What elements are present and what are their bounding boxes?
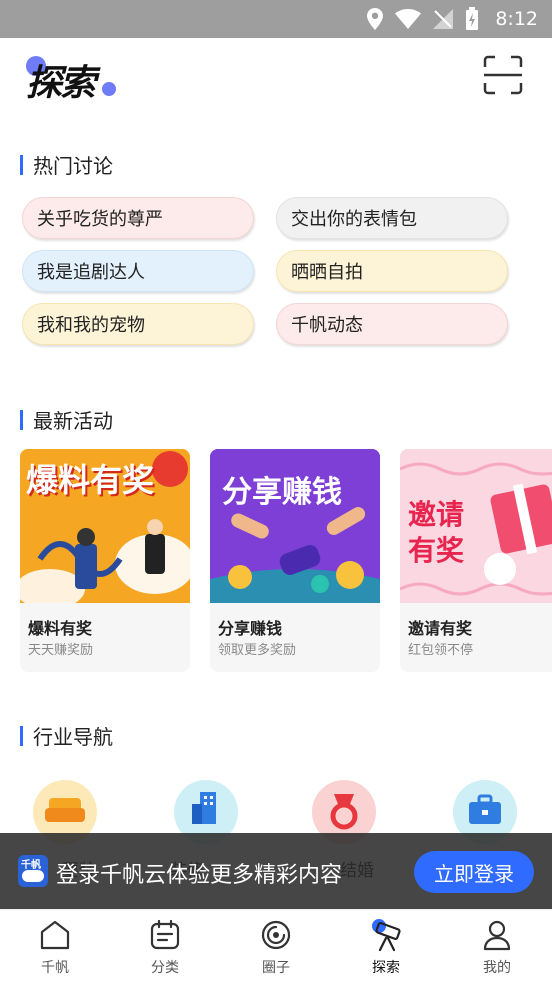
event-subtitle: 领取更多奖励 (218, 643, 297, 658)
cloud-shape (22, 870, 44, 882)
event-title: 爆料有奖 (28, 619, 93, 638)
topic-chip[interactable]: 晒晒自拍 (276, 250, 508, 292)
wifi-icon (395, 9, 422, 29)
tab-label: 千帆 (41, 960, 69, 976)
battery-charging-icon (466, 7, 479, 30)
topic-chip[interactable]: 我是追剧达人 (22, 250, 254, 292)
event-title: 邀请有奖 (408, 619, 473, 638)
user-icon (483, 920, 511, 951)
event-image-text: 爆料有奖 (26, 461, 155, 499)
page-title: 探索 (26, 63, 96, 104)
no-signal-icon (433, 9, 454, 29)
tab-home[interactable]: 千帆 (0, 910, 110, 982)
page-logo: 探索 (22, 54, 122, 104)
tab-label: 圈子 (262, 960, 290, 976)
event-image: 邀请有奖 (400, 449, 552, 603)
location-icon (367, 8, 384, 30)
tab-explore[interactable]: 探索 (331, 910, 441, 982)
topic-chip-label: 交出你的表情包 (291, 209, 417, 230)
topic-chip-label: 晒晒自拍 (291, 262, 363, 283)
tab-label: 探索 (372, 960, 400, 976)
status-time: 8:12 (495, 8, 538, 30)
section-title-text: 热门讨论 (33, 154, 113, 178)
event-image: 分享赚钱 (210, 449, 380, 603)
login-message: 登录千帆云体验更多精彩内容 (56, 863, 343, 888)
login-button[interactable]: 立即登录 (414, 851, 534, 893)
event-subtitle: 天天赚奖励 (28, 643, 94, 658)
section-bar (20, 409, 23, 430)
topic-chip-label: 千帆动态 (291, 315, 363, 336)
tab-circle[interactable]: 圈子 (221, 910, 331, 982)
event-card[interactable]: 爆料有奖 爆料有奖 天天赚奖励 (20, 449, 190, 672)
event-image-text: 邀请有奖 (408, 498, 465, 567)
telescope-icon (372, 919, 401, 952)
topic-chip-label: 我和我的宠物 (37, 315, 145, 336)
tab-mine[interactable]: 我的 (442, 910, 552, 982)
tab-label: 分类 (151, 960, 179, 976)
topic-chip[interactable]: 我和我的宠物 (22, 303, 254, 345)
scan-icon[interactable] (482, 54, 524, 96)
section-title-events: 最新活动 (20, 405, 113, 434)
list-icon (150, 919, 180, 950)
event-list: 爆料有奖 爆料有奖 天天赚奖励 分享赚钱 分享赚钱 领取更多奖励 邀请有奖 邀请… (20, 449, 552, 673)
circle-icon (261, 920, 291, 950)
header: 探索 (0, 38, 552, 118)
event-title: 分享赚钱 (218, 619, 283, 638)
section-title-text: 行业导航 (33, 725, 113, 749)
topic-chip-label: 我是追剧达人 (37, 262, 145, 283)
tab-label: 我的 (483, 960, 511, 976)
section-bar (20, 154, 23, 175)
event-image: 爆料有奖 (20, 449, 190, 603)
app-badge-text: 千帆 (21, 860, 41, 871)
section-title-industry: 行业导航 (20, 721, 113, 750)
event-card[interactable]: 邀请有奖 邀请有奖 红包领不停 (400, 449, 552, 672)
logo-dot (102, 82, 116, 96)
login-banner: 千帆 登录千帆云体验更多精彩内容 立即登录 (0, 833, 552, 909)
event-card[interactable]: 分享赚钱 分享赚钱 领取更多奖励 (210, 449, 380, 672)
section-title-text: 最新活动 (33, 409, 113, 433)
app-badge-icon: 千帆 (18, 855, 48, 887)
section-bar (20, 725, 23, 746)
home-icon (40, 920, 70, 950)
event-image-text: 分享赚钱 (222, 475, 342, 510)
topic-chip[interactable]: 关乎吃货的尊严 (22, 197, 254, 239)
topic-chip[interactable]: 千帆动态 (276, 303, 508, 345)
topic-chip-label: 关乎吃货的尊严 (37, 209, 163, 230)
section-title-hot: 热门讨论 (20, 150, 113, 179)
status-bar: 8:12 (0, 0, 552, 38)
topic-chip[interactable]: 交出你的表情包 (276, 197, 508, 239)
bottom-tab-bar: 千帆 分类 圈子 探索 我的 (0, 909, 552, 981)
tab-category[interactable]: 分类 (110, 910, 220, 982)
event-subtitle: 红包领不停 (408, 643, 474, 658)
